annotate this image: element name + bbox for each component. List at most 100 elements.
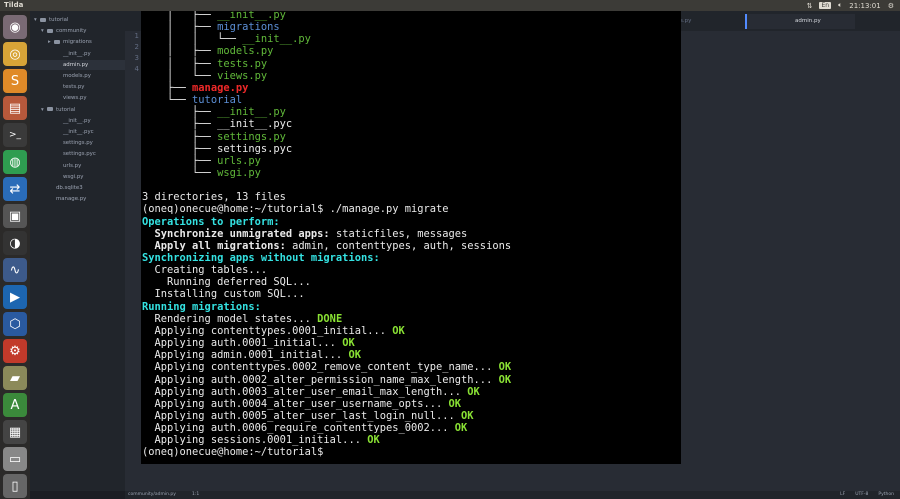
tree-file[interactable]: __init__.py bbox=[30, 49, 125, 59]
browser-window-icon[interactable]: ▤ bbox=[3, 96, 27, 120]
chevron-icon: ▾ bbox=[41, 28, 44, 35]
tree-folder[interactable]: ▸ migrations bbox=[30, 37, 125, 47]
tree-file[interactable]: urls.py bbox=[30, 161, 125, 171]
tree-item-label: wsgi.py bbox=[63, 173, 84, 180]
status-cursor-position[interactable]: 1:1 bbox=[192, 491, 199, 499]
terminal-text: ├── bbox=[142, 118, 218, 131]
teamviewer-icon[interactable]: ⇄ bbox=[3, 177, 27, 201]
tree-file[interactable]: settings.py bbox=[30, 138, 125, 148]
terminal-text: (oneq)onecue@home:~/tutorial$ ./manage.p… bbox=[142, 203, 449, 216]
terminal-text: __init__.py bbox=[217, 106, 286, 119]
status-line-ending[interactable]: LF bbox=[840, 491, 845, 499]
line-number: 3 bbox=[134, 54, 139, 62]
terminal-text: │ ├── bbox=[142, 21, 218, 34]
tree-item-label: __init__.py bbox=[63, 50, 91, 57]
terminal-text: ├── bbox=[142, 106, 218, 119]
terminal-line: ├── manage.py bbox=[142, 82, 248, 94]
terminal-text: ├── bbox=[142, 130, 218, 143]
terminal-text: Operations to perform: bbox=[142, 215, 280, 228]
tree-file[interactable]: wsgi.py bbox=[30, 172, 125, 182]
monitor-icon[interactable]: ∿ bbox=[3, 258, 27, 282]
terminal-text: (oneq)onecue@home:~/tutorial$ bbox=[142, 446, 324, 459]
tree-file[interactable]: tests.py bbox=[30, 82, 125, 92]
tree-file[interactable]: __init__.py bbox=[30, 116, 125, 126]
terminal-text: admin, contenttypes, auth, sessions bbox=[292, 239, 512, 252]
tree-file[interactable]: db.sqlite3 bbox=[30, 183, 125, 193]
workspace-icon[interactable]: ▦ bbox=[3, 420, 27, 444]
terminal-line: ├── __init__.py bbox=[142, 106, 286, 118]
terminal-text: OK bbox=[367, 434, 380, 447]
terminal-line: │ ├── migrations bbox=[142, 21, 280, 33]
terminal-line: Operations to perform: bbox=[142, 216, 280, 228]
tree-file[interactable]: settings.pyc bbox=[30, 149, 125, 159]
tree-file[interactable]: views.py bbox=[30, 93, 125, 103]
terminal-text: │ └── bbox=[142, 69, 218, 82]
terminal-text: views.py bbox=[217, 69, 268, 82]
terminal-text: Applying auth.0002_alter_permission_name… bbox=[142, 373, 499, 386]
terminal-icon[interactable]: >_ bbox=[3, 123, 27, 147]
volume-icon[interactable]: 🔈︎ bbox=[838, 1, 842, 10]
software-updater-icon[interactable]: A bbox=[3, 393, 27, 417]
power-gear-icon[interactable]: ⚙ bbox=[888, 2, 894, 10]
tree-item-label: manage.py bbox=[56, 196, 87, 203]
tree-item-label: db.sqlite3 bbox=[56, 185, 83, 191]
tree-item-label: views.py bbox=[63, 95, 87, 102]
status-encoding[interactable]: UTF-8 bbox=[855, 491, 868, 499]
tree-item-label: admin.py bbox=[63, 61, 89, 68]
editor-tab[interactable]: s.py bbox=[680, 14, 691, 29]
terminal-line: Synchronize unmigrated apps: staticfiles… bbox=[142, 228, 468, 240]
terminal-line: ├── settings.pyc bbox=[142, 143, 292, 155]
cube-icon[interactable]: ⬡ bbox=[3, 312, 27, 336]
tilda-terminal[interactable]: │ ├── __init__.py │ ├── migrations │ │ └… bbox=[141, 11, 681, 464]
terminal-line: │ ├── models.py bbox=[142, 45, 273, 57]
terminal-text: __init__.py bbox=[217, 11, 286, 21]
tree-folder[interactable]: ▾ community bbox=[30, 26, 125, 36]
tree-folder[interactable]: ▾ tutorial bbox=[30, 105, 125, 115]
tree-file[interactable]: __init__.pyc bbox=[30, 127, 125, 137]
editor-status-bar: community/admin.py 1:1 LF UTF-8 Python bbox=[125, 491, 900, 499]
ubuntu-dash-icon[interactable]: ◉ bbox=[3, 15, 27, 39]
terminal-line: Applying auth.0004_alter_user_username_o… bbox=[142, 398, 462, 410]
tree-file[interactable]: admin.py bbox=[30, 59, 125, 70]
sublime-icon[interactable]: S bbox=[3, 69, 27, 93]
editor-tab[interactable]: admin.py bbox=[745, 14, 855, 29]
terminal-text: │ │ └── bbox=[142, 33, 243, 46]
terminal-text: ├── bbox=[142, 142, 218, 155]
terminal-text: settings.pyc bbox=[217, 142, 293, 155]
drive-icon[interactable]: ▭ bbox=[3, 447, 27, 471]
terminal-line: Creating tables... bbox=[142, 264, 268, 276]
tree-file[interactable]: manage.py bbox=[30, 194, 125, 204]
terminal-text: │ ├── bbox=[142, 57, 218, 70]
terminal-text: ├── bbox=[142, 154, 218, 167]
tree-item-label: community bbox=[56, 28, 87, 35]
terminal-line: └── wsgi.py bbox=[142, 167, 261, 179]
chrome-icon[interactable]: ◎ bbox=[3, 42, 27, 66]
trash-icon[interactable]: ▯ bbox=[3, 474, 27, 498]
status-grammar[interactable]: Python bbox=[878, 491, 894, 499]
chevron-icon: ▾ bbox=[34, 17, 37, 23]
tree-item-label: models.py bbox=[63, 73, 91, 79]
keyboard-layout-indicator[interactable]: En bbox=[819, 2, 832, 9]
terminal-line: (oneq)onecue@home:~/tutorial$ ./manage.p… bbox=[142, 203, 449, 215]
terminal-text: OK bbox=[461, 409, 474, 422]
network-updown-icon[interactable]: ⇅ bbox=[807, 2, 813, 10]
files-icon[interactable]: ▰ bbox=[3, 366, 27, 390]
network-icon[interactable]: ◍ bbox=[3, 150, 27, 174]
terminal-text: manage.py bbox=[192, 81, 249, 94]
tree-file[interactable]: models.py bbox=[30, 71, 125, 81]
media-tools-icon[interactable]: ▣ bbox=[3, 204, 27, 228]
terminal-line: │ ├── __init__.py bbox=[142, 11, 286, 21]
tree-folder[interactable]: ▾ tutorial bbox=[30, 15, 125, 25]
system-tray: ⇅ En 🔈︎ 21:13:01 ⚙ bbox=[807, 1, 894, 10]
clock[interactable]: 21:13:01 bbox=[849, 2, 880, 10]
window-title: Tilda bbox=[4, 1, 24, 9]
folder-icon bbox=[47, 28, 53, 33]
terminal-text: Installing custom SQL... bbox=[142, 288, 305, 301]
settings-icon[interactable]: ⚙ bbox=[3, 339, 27, 363]
virtualbox-icon[interactable]: ▶ bbox=[3, 285, 27, 309]
obs-icon[interactable]: ◑ bbox=[3, 231, 27, 255]
terminal-line: └── tutorial bbox=[142, 94, 242, 106]
terminal-text: Synchronizing apps without migrations: bbox=[142, 252, 380, 264]
status-file-path[interactable]: community/admin.py bbox=[128, 491, 176, 499]
terminal-line: ├── __init__.pyc bbox=[142, 118, 292, 130]
